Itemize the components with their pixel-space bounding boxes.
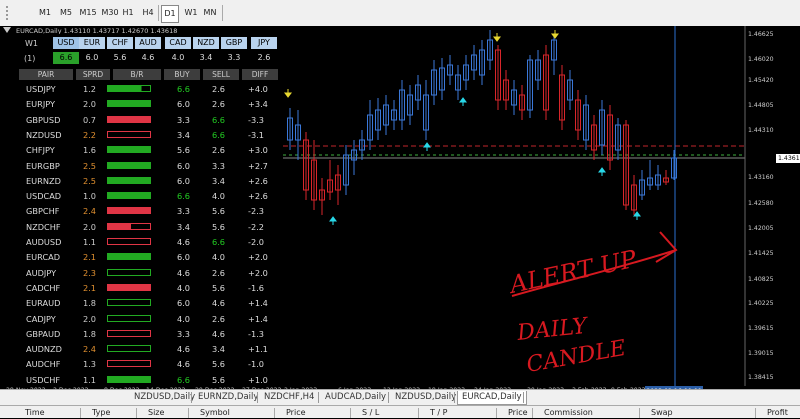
annotation-text: DAILY [515,314,591,347]
annotation-text: ALERT UP [505,245,639,300]
annotation-arrowhead-icon [655,231,678,263]
handwritten-annotation: ALERT UPDAILYCANDLE [505,231,678,378]
